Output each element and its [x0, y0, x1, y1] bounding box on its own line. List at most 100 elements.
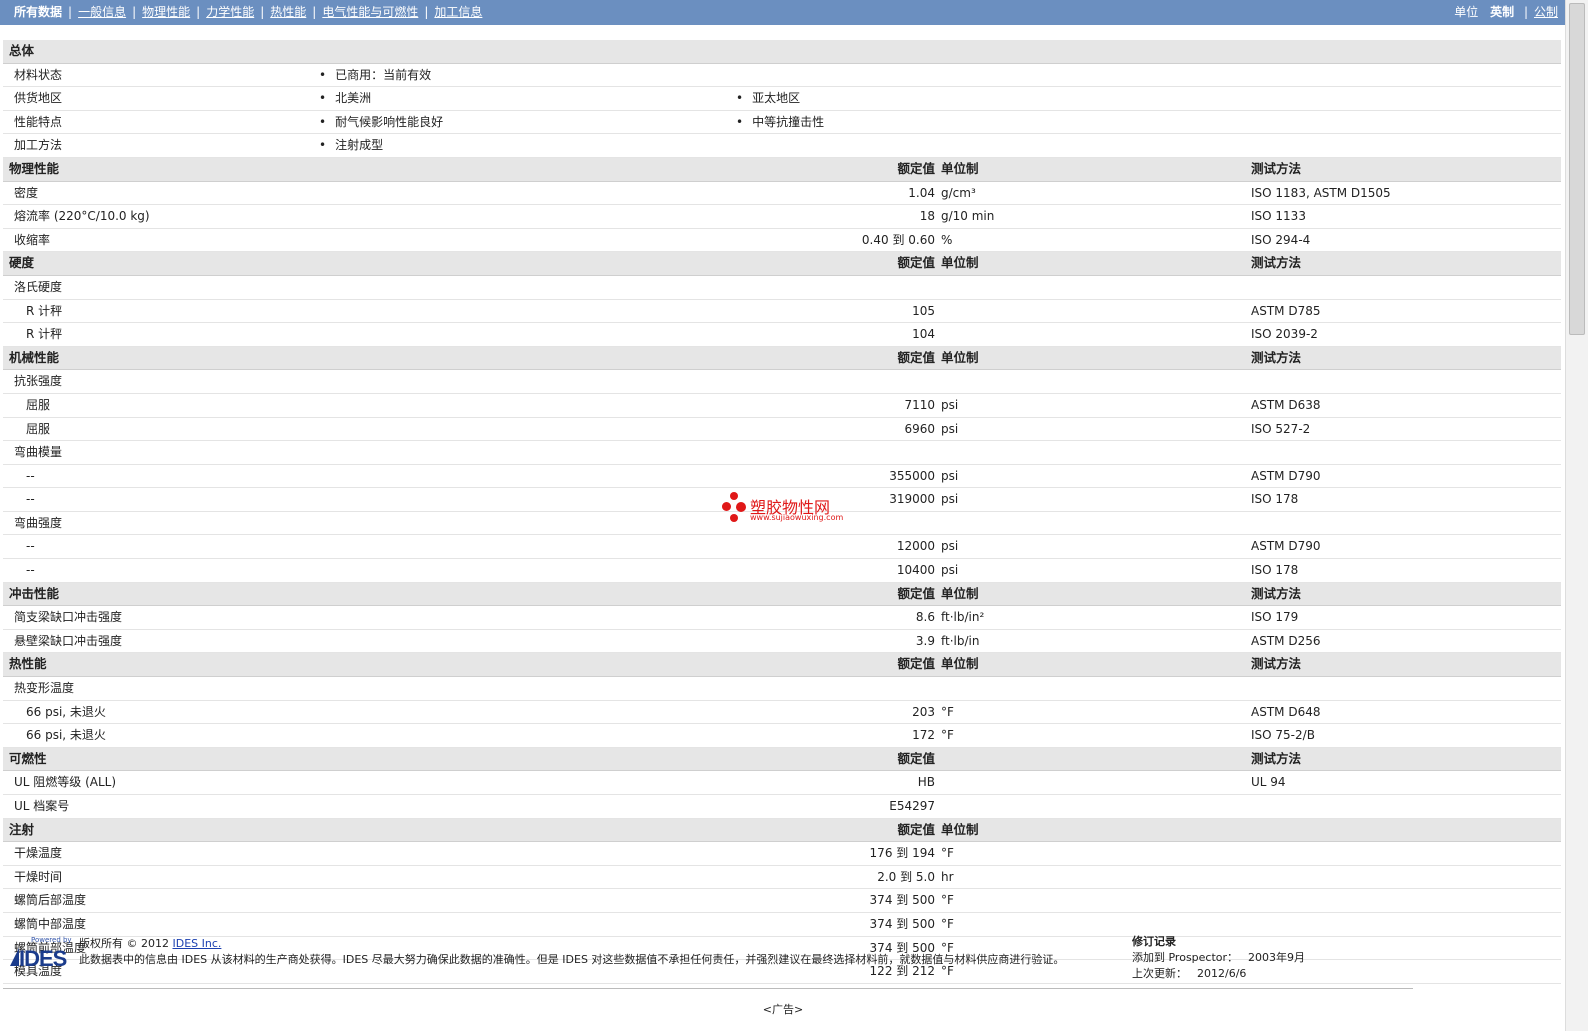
- row-label: R 计秤: [26, 327, 63, 342]
- table-row: UL 档案号 E54297: [3, 795, 1561, 819]
- added-label: 添加到 Prospector：: [1132, 951, 1239, 964]
- section-title: 注射: [9, 821, 35, 837]
- row-value: 104: [912, 327, 935, 342]
- section-title: 冲击性能: [9, 585, 60, 601]
- copyright-block: 版权所有 © 2012 IDES Inc. 此数据表中的信息由 IDES 从该材…: [79, 936, 1064, 968]
- section-title: 总体: [9, 43, 35, 58]
- revision-history: 修订记录 添加到 Prospector： 2003年9月 上次更新： 2012/6/…: [1132, 934, 1305, 982]
- row-value: 105: [912, 303, 935, 318]
- col-header-method: 测试方法: [1251, 160, 1302, 176]
- nav-separator: |: [68, 5, 73, 19]
- nav-tab[interactable]: 加工信息: [434, 5, 482, 19]
- unit-imperial-active[interactable]: 英制: [1490, 5, 1514, 19]
- nav-tab[interactable]: 电气性能与可燃性: [322, 5, 418, 19]
- section-title: 可燃性: [9, 750, 47, 766]
- row-label: UL 档案号: [14, 799, 70, 813]
- updated-label: 上次更新：: [1132, 967, 1187, 980]
- section-header: 可燃性 额定值 测试方法: [3, 747, 1561, 772]
- nav-tab[interactable]: 热性能: [270, 5, 306, 19]
- row-value: E54297: [889, 799, 935, 813]
- copyright-text: 版权所有 © 2012: [79, 937, 169, 950]
- nav-tab[interactable]: 力学性能: [206, 5, 254, 19]
- row-label: 干燥温度: [14, 846, 63, 861]
- section-header: 总体: [3, 40, 1561, 64]
- row-unit: hr: [941, 869, 954, 884]
- col-header-value: 额定值: [897, 821, 935, 837]
- bullet-item: 注射成型: [319, 134, 383, 156]
- ides-logo: Powered by IDES: [9, 936, 73, 972]
- row-label: 密度: [14, 185, 39, 200]
- table-row: R 计秤 104 ISO 2039-2: [3, 323, 1561, 347]
- nav-tab[interactable]: 物理性能: [142, 5, 190, 19]
- col-header-method: 测试方法: [1251, 349, 1302, 365]
- row-method: ASTM D256: [1251, 633, 1321, 648]
- table-row: UL 阻燃等级 (ALL) HB UL 94: [3, 771, 1561, 795]
- row-value: 355000: [889, 468, 935, 483]
- row-unit: °F: [941, 846, 954, 861]
- row-label: R 计秤: [26, 303, 63, 318]
- row-value: 0.40 到 0.60: [861, 232, 935, 247]
- col-header-unit: 单位制: [941, 255, 979, 271]
- row-unit: psi: [941, 492, 959, 507]
- row-value: 7110: [904, 397, 935, 412]
- col-header-value: 额定值: [897, 750, 935, 766]
- section-header: 硬度 额定值 单位制 测试方法: [3, 252, 1561, 276]
- col-header-value: 额定值: [897, 349, 935, 365]
- row-label: 抗张强度: [14, 374, 63, 389]
- row-label: 悬壁梁缺口冲击强度: [14, 633, 123, 648]
- row-label: --: [26, 468, 35, 483]
- row-method: UL 94: [1251, 775, 1286, 790]
- table-row: 密度 1.04 g/cm³ ISO 1183, ASTM D1505: [3, 182, 1561, 206]
- col-header-method: 测试方法: [1251, 255, 1302, 271]
- col-header-value: 额定值: [897, 585, 935, 601]
- bullet-item: 已商用：当前有效: [319, 64, 431, 86]
- scrollbar[interactable]: [1565, 0, 1588, 1031]
- row-unit: °F: [941, 728, 954, 743]
- row-unit: %: [941, 232, 953, 247]
- row-method: ISO 1183, ASTM D1505: [1251, 185, 1391, 200]
- nav-separator: |: [132, 5, 137, 19]
- unit-switcher: 单位 英制 | 公制: [1454, 0, 1558, 25]
- nav-tab[interactable]: 所有数据: [14, 5, 62, 19]
- unit-metric-link[interactable]: 公制: [1534, 5, 1558, 19]
- disclaimer-text: 此数据表中的信息由 IDES 从该材料的生产商处获得。IDES 尽最大努力确保此…: [79, 953, 1065, 966]
- logo-powered-by: Powered by: [31, 936, 72, 944]
- company-link[interactable]: IDES Inc.: [173, 937, 222, 950]
- nav-tab[interactable]: 一般信息: [78, 5, 126, 19]
- row-label: 屈服: [26, 421, 51, 436]
- bullet-item: 中等抗撞击性: [736, 111, 824, 133]
- separator: |: [1523, 5, 1528, 19]
- row-method: ISO 178: [1251, 563, 1299, 578]
- row-method: ASTM D785: [1251, 303, 1321, 318]
- table-row: 洛氏硬度: [3, 276, 1561, 300]
- row-label: 洛氏硬度: [14, 279, 63, 294]
- table-row: 干燥温度 176 到 194 °F: [3, 842, 1561, 866]
- row-unit: °F: [941, 704, 954, 719]
- row-label: 热变形温度: [14, 681, 75, 696]
- table-row: 材料状态 已商用：当前有效: [3, 64, 1561, 88]
- row-label: --: [26, 539, 35, 554]
- row-method: ASTM D790: [1251, 468, 1321, 483]
- section-title: 硬度: [9, 255, 35, 271]
- col-header-value: 额定值: [897, 656, 935, 672]
- row-value: 18: [919, 209, 935, 224]
- col-header-unit: 单位制: [941, 349, 979, 365]
- added-value: 2003年9月: [1248, 951, 1306, 964]
- row-method: ISO 527-2: [1251, 421, 1311, 436]
- scrollbar-thumb[interactable]: [1569, 3, 1585, 335]
- row-unit: psi: [941, 421, 959, 436]
- row-value: 374 到 500: [869, 893, 935, 908]
- row-method: ASTM D790: [1251, 539, 1321, 554]
- table-row: 收缩率 0.40 到 0.60% ISO 294-4: [3, 229, 1561, 253]
- table-row: 供货地区 北美洲 亚太地区: [3, 87, 1561, 111]
- col-header-method: 测试方法: [1251, 585, 1302, 601]
- bullet-item: 亚太地区: [736, 87, 800, 109]
- section-title: 热性能: [9, 656, 47, 672]
- section-header: 注射 额定值 单位制: [3, 818, 1561, 843]
- nav-tabs: 所有数据 | 一般信息 | 物理性能 | 力学性能 | 热性能 | 电气性能与可燃性 | 加工信息: [14, 0, 482, 25]
- table-row: -- 10400 psi ISO 178: [3, 559, 1561, 583]
- row-unit: g/10 min: [941, 209, 995, 224]
- col-header-method: 测试方法: [1251, 656, 1302, 672]
- table-row: -- 355000 psi ASTM D790: [3, 465, 1561, 489]
- row-unit: ft·lb/in: [941, 633, 980, 648]
